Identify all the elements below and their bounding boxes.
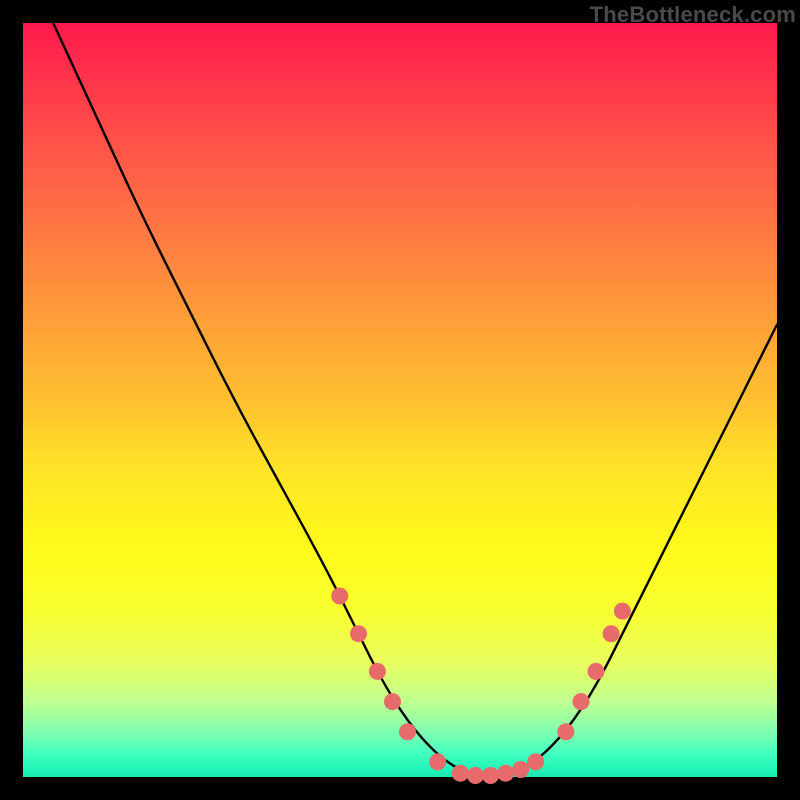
bottleneck-curve <box>53 23 777 777</box>
marker-dot <box>482 767 499 784</box>
marker-dot <box>603 625 620 642</box>
marker-dot <box>331 588 348 605</box>
marker-dot <box>497 765 514 782</box>
curve-layer <box>53 23 777 777</box>
marker-dot <box>399 723 416 740</box>
marker-dot <box>350 625 367 642</box>
marker-dot <box>557 723 574 740</box>
watermark-text: TheBottleneck.com <box>590 2 796 28</box>
marker-dot <box>384 693 401 710</box>
marker-dot <box>527 753 544 770</box>
marker-dot <box>512 761 529 778</box>
marker-dot <box>588 663 605 680</box>
marker-dot <box>467 767 484 784</box>
marker-dot <box>429 753 446 770</box>
highlight-markers <box>331 588 631 785</box>
plot-area <box>23 23 777 777</box>
marker-dot <box>369 663 386 680</box>
marker-dot <box>452 765 469 782</box>
marker-dot <box>573 693 590 710</box>
chart-svg <box>23 23 777 777</box>
marker-dot <box>614 603 631 620</box>
chart-frame: TheBottleneck.com <box>0 0 800 800</box>
